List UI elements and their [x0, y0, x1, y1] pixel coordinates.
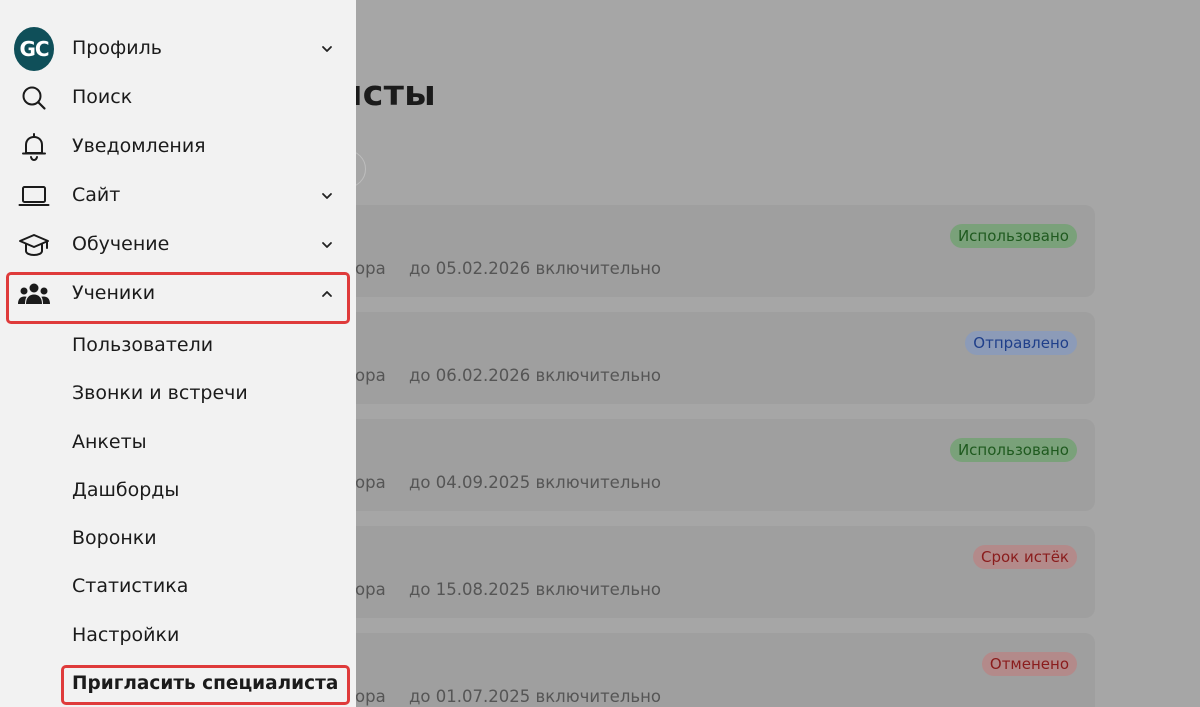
card-date: до 05.02.2026 включительно: [409, 259, 661, 278]
sidebar-subitem-users[interactable]: Пользователи: [60, 325, 350, 365]
chevron-down-icon[interactable]: [320, 238, 334, 252]
status-badge: Отменено: [981, 652, 1077, 676]
card-text-fragment: ора: [355, 259, 386, 278]
sidebar-subitem-label: Воронки: [72, 527, 157, 549]
graduation-cap-icon: [19, 234, 49, 256]
sidebar: GC Профиль Поиск Уведомления Сайт Обучен…: [0, 0, 356, 707]
sidebar-subitem-label: Настройки: [72, 624, 180, 646]
sidebar-subitem-label: Звонки и встречи: [72, 382, 248, 404]
status-badge: Использовано: [949, 438, 1077, 462]
sidebar-item-label: Обучение: [72, 233, 170, 255]
status-badge: Срок истёк: [972, 545, 1077, 569]
sidebar-subitem-label: Статистика: [72, 575, 189, 597]
sidebar-item-notifications[interactable]: Уведомления: [0, 122, 356, 171]
bell-icon-wrap: [14, 128, 54, 166]
sidebar-item-label: Профиль: [72, 37, 162, 59]
sidebar-item-learning[interactable]: Обучение: [0, 220, 356, 269]
avatar-badge: GC: [14, 27, 54, 71]
sidebar-subitem-label: Дашборды: [72, 479, 180, 501]
sidebar-subitem-settings[interactable]: Настройки: [60, 615, 350, 655]
status-badge: Использовано: [949, 224, 1077, 248]
card-date: до 01.07.2025 включительно: [409, 687, 661, 706]
status-badge: Отправлено: [965, 331, 1077, 355]
sidebar-subitem-label: Пользователи: [72, 334, 214, 356]
sidebar-item-label: Уведомления: [72, 135, 206, 157]
card-text-fragment: ора: [355, 366, 386, 385]
laptop-icon: [18, 186, 50, 206]
avatar: GC: [14, 27, 54, 71]
card-text-fragment: ора: [355, 473, 386, 492]
highlight-box-students: [6, 272, 350, 324]
highlight-box-invite: [61, 665, 350, 705]
graduation-cap-icon-wrap: [14, 226, 54, 264]
sidebar-item-site[interactable]: Сайт: [0, 171, 356, 220]
card-date: до 04.09.2025 включительно: [409, 473, 661, 492]
card-text-fragment: ора: [355, 687, 386, 706]
card-text-fragment: ора: [355, 580, 386, 599]
laptop-icon-wrap: [14, 177, 54, 215]
card-date: до 06.02.2026 включительно: [409, 366, 661, 385]
sidebar-subitem-calls-meetings[interactable]: Звонки и встречи: [60, 373, 350, 413]
sidebar-subitem-statistics[interactable]: Статистика: [60, 566, 350, 606]
sidebar-item-label: Сайт: [72, 184, 121, 206]
bell-icon: [22, 133, 46, 162]
chevron-down-icon[interactable]: [320, 42, 334, 56]
sidebar-item-profile[interactable]: GC Профиль: [0, 24, 356, 73]
sidebar-item-search[interactable]: Поиск: [0, 73, 356, 122]
card-date: до 15.08.2025 включительно: [409, 580, 661, 599]
sidebar-item-label: Поиск: [72, 86, 133, 108]
sidebar-subitem-dashboards[interactable]: Дашборды: [60, 470, 350, 510]
sidebar-subitem-funnels[interactable]: Воронки: [60, 518, 350, 558]
sidebar-subitem-forms[interactable]: Анкеты: [60, 422, 350, 462]
chevron-down-icon[interactable]: [320, 189, 334, 203]
sidebar-subitem-label: Анкеты: [72, 431, 147, 453]
search-icon: [22, 86, 46, 110]
search-icon-wrap: [14, 79, 54, 117]
